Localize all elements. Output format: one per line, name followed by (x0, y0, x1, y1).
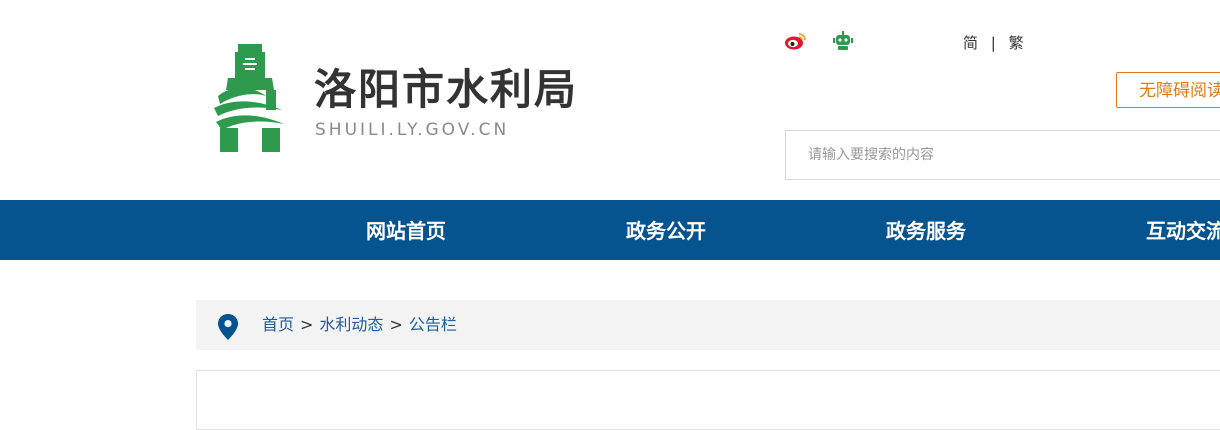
content-panel (196, 370, 1220, 430)
robot-icon[interactable] (833, 31, 853, 51)
nav-item-gov-services[interactable]: 政务服务 (886, 200, 966, 260)
breadcrumb-water-news-link[interactable]: 水利动态 (319, 315, 383, 334)
breadcrumb-separator: > (300, 315, 314, 334)
search-input[interactable] (785, 130, 1220, 180)
site-domain: SHUILI.LY.GOV.CN (315, 120, 510, 140)
main-nav: 网站首页 政务公开 政务服务 互动交流 (0, 200, 1220, 260)
breadcrumb-home-link[interactable]: 首页 (262, 315, 294, 334)
nav-item-interaction[interactable]: 互动交流 (1146, 200, 1220, 260)
lang-simplified-link[interactable]: 简 (963, 34, 978, 52)
lang-traditional-link[interactable]: 繁 (1009, 34, 1024, 52)
site-header: 洛阳市水利局 SHUILI.LY.GOV.CN 简 | 繁 无障碍阅读 (0, 0, 1220, 200)
breadcrumb: 首页 > 水利动态 > 公告栏 (196, 300, 1220, 350)
language-switch: 简 | 繁 (963, 32, 1024, 53)
site-title: 洛阳市水利局 (314, 65, 579, 114)
breadcrumb-notice-board-link[interactable]: 公告栏 (409, 315, 457, 334)
lang-separator: | (990, 34, 996, 52)
location-pin-icon (218, 314, 238, 340)
nav-item-gov-affairs[interactable]: 政务公开 (626, 200, 706, 260)
search-box (785, 130, 1220, 180)
site-logo-icon[interactable] (210, 44, 290, 154)
nav-item-home[interactable]: 网站首页 (366, 200, 446, 260)
weibo-icon[interactable] (784, 31, 806, 51)
accessibility-button[interactable]: 无障碍阅读 (1116, 72, 1220, 108)
breadcrumb-separator: > (389, 315, 403, 334)
breadcrumb-trail: 首页 > 水利动态 > 公告栏 (262, 314, 457, 336)
